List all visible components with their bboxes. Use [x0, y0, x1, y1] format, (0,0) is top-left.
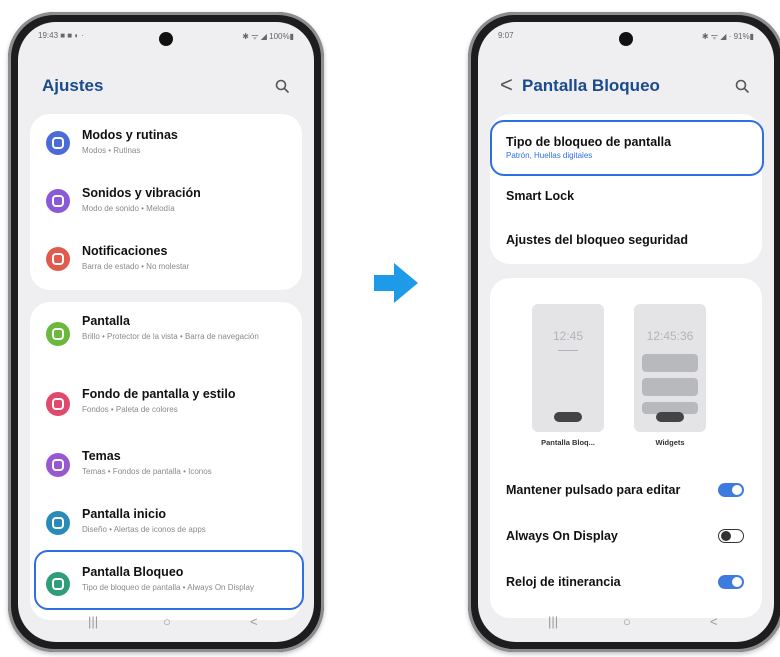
- item-title: Smart Lock: [506, 189, 575, 203]
- preview-caption: Widgets: [655, 438, 685, 447]
- wallpaper-icon: [46, 392, 70, 416]
- item-subtitle: Modo de sonido • Melodía: [82, 204, 175, 213]
- toggle-label: Mantener pulsado para editar: [506, 483, 681, 497]
- left-phone: 19:43 ■ ■ ◐ · ✱ ᯤ ◢ 100%▮ Ajustes Modos …: [8, 12, 324, 652]
- status-icons: ✱ ᯤ ◢ 100%▮: [242, 32, 294, 41]
- edit-pill: [554, 412, 582, 422]
- settings-item-fondo[interactable]: Fondo de pantalla y estilo Fondos • Pale…: [30, 374, 302, 436]
- security-settings-item[interactable]: Ajustes del bloqueo seguridad: [490, 222, 762, 258]
- status-icons: ✱ ᯤ ◢ · 91%▮: [701, 32, 754, 41]
- smart-lock-item[interactable]: Smart Lock: [490, 178, 762, 214]
- toggle-label: Reloj de itinerancia: [506, 575, 621, 589]
- toggle-switch[interactable]: [718, 575, 744, 589]
- preview-clock: 12:45: [552, 329, 584, 343]
- right-phone: 9:07 ✱ ᯤ ◢ · 91%▮ < Pantalla Bloqueo Tip…: [468, 12, 780, 652]
- item-subtitle: Diseño • Alertas de iconos de apps: [82, 525, 206, 534]
- page-title: Pantalla Bloqueo: [522, 76, 660, 95]
- toggle-switch[interactable]: [718, 483, 744, 497]
- recents-icon[interactable]: |||: [88, 614, 98, 629]
- status-time: 9:07: [498, 31, 514, 40]
- home-icon[interactable]: ○: [163, 614, 171, 629]
- page-title: Ajustes: [42, 76, 104, 95]
- item-subtitle: Brillo • Protector de la vista • Barra d…: [82, 332, 259, 341]
- modes-icon: [46, 131, 70, 155]
- display-icon: [46, 322, 70, 346]
- highlight-lock-type: [490, 120, 764, 176]
- camera-hole: [159, 32, 173, 46]
- lock-screen-preview[interactable]: 12:45: [532, 304, 604, 432]
- settings-item-pantalla-inicio[interactable]: Pantalla inicio Diseño • Alertas de icon…: [30, 494, 302, 552]
- edit-pill: [656, 412, 684, 422]
- item-title: Sonidos y vibración: [82, 186, 201, 200]
- search-icon[interactable]: [274, 78, 290, 94]
- toggle-row-always-on-display[interactable]: Always On Display: [490, 518, 762, 554]
- settings-group-1: Modos y rutinas Modos • Rutinas Sonidos …: [30, 114, 302, 290]
- notifications-icon: [46, 247, 70, 271]
- item-title: Pantalla: [82, 314, 130, 328]
- item-subtitle: Fondos • Paleta de colores: [82, 405, 178, 414]
- settings-item-sonidos[interactable]: Sonidos y vibración Modo de sonido • Mel…: [30, 172, 302, 230]
- preview-caption: Pantalla Bloq...: [541, 438, 595, 447]
- navigation-bar: ||| ○ <: [18, 604, 314, 642]
- toggle-switch[interactable]: [718, 529, 744, 543]
- item-title: Temas: [82, 449, 121, 463]
- themes-icon: [46, 453, 70, 477]
- item-title: Notificaciones: [82, 244, 168, 258]
- back-icon[interactable]: <: [250, 614, 258, 629]
- settings-item-modos[interactable]: Modos y rutinas Modos • Rutinas: [30, 114, 302, 172]
- back-icon[interactable]: <: [710, 614, 718, 629]
- back-arrow-icon[interactable]: <: [500, 72, 513, 98]
- settings-screen: 19:43 ■ ■ ◐ · ✱ ᯤ ◢ 100%▮ Ajustes Modos …: [18, 22, 314, 642]
- highlight-pantalla-bloqueo: [34, 550, 304, 610]
- search-icon[interactable]: [734, 78, 750, 94]
- home-screen-icon: [46, 511, 70, 535]
- app-header: Ajustes: [36, 70, 296, 104]
- app-header: < Pantalla Bloqueo: [496, 70, 756, 104]
- sound-icon: [46, 189, 70, 213]
- item-subtitle: Barra de estado • No molestar: [82, 262, 190, 271]
- status-time: 19:43 ■ ■ ◐ ·: [38, 31, 85, 40]
- camera-hole: [619, 32, 633, 46]
- arrow-right-icon: [374, 263, 418, 303]
- item-title: Ajustes del bloqueo seguridad: [506, 233, 688, 247]
- item-title: Pantalla inicio: [82, 507, 167, 521]
- toggle-row-roaming-clock[interactable]: Reloj de itinerancia: [490, 564, 762, 600]
- item-subtitle: Modos • Rutinas: [82, 146, 141, 155]
- settings-item-pantalla[interactable]: Pantalla Brillo • Protector de la vista …: [30, 302, 302, 374]
- item-subtitle: Temas • Fondos de pantalla • Iconos: [82, 467, 212, 476]
- preview-clock: 12:45:36: [646, 329, 694, 343]
- item-title: Modos y rutinas: [82, 128, 178, 142]
- item-title: Fondo de pantalla y estilo: [82, 387, 236, 401]
- home-icon[interactable]: ○: [623, 614, 631, 629]
- settings-item-notificaciones[interactable]: Notificaciones Barra de estado • No mole…: [30, 230, 302, 288]
- toggle-label: Always On Display: [506, 529, 618, 543]
- recents-icon[interactable]: |||: [548, 614, 558, 629]
- widgets-preview[interactable]: 12:45:36: [634, 304, 706, 432]
- toggle-row-hold-to-edit[interactable]: Mantener pulsado para editar: [490, 472, 762, 508]
- settings-item-temas[interactable]: Temas Temas • Fondos de pantalla • Icono…: [30, 436, 302, 494]
- lock-screen-settings: 9:07 ✱ ᯤ ◢ · 91%▮ < Pantalla Bloqueo Tip…: [478, 22, 774, 642]
- navigation-bar: ||| ○ <: [478, 604, 774, 642]
- lock-customization-group: 12:45 Pantalla Bloq... 12:45:36 Widgets …: [490, 278, 762, 618]
